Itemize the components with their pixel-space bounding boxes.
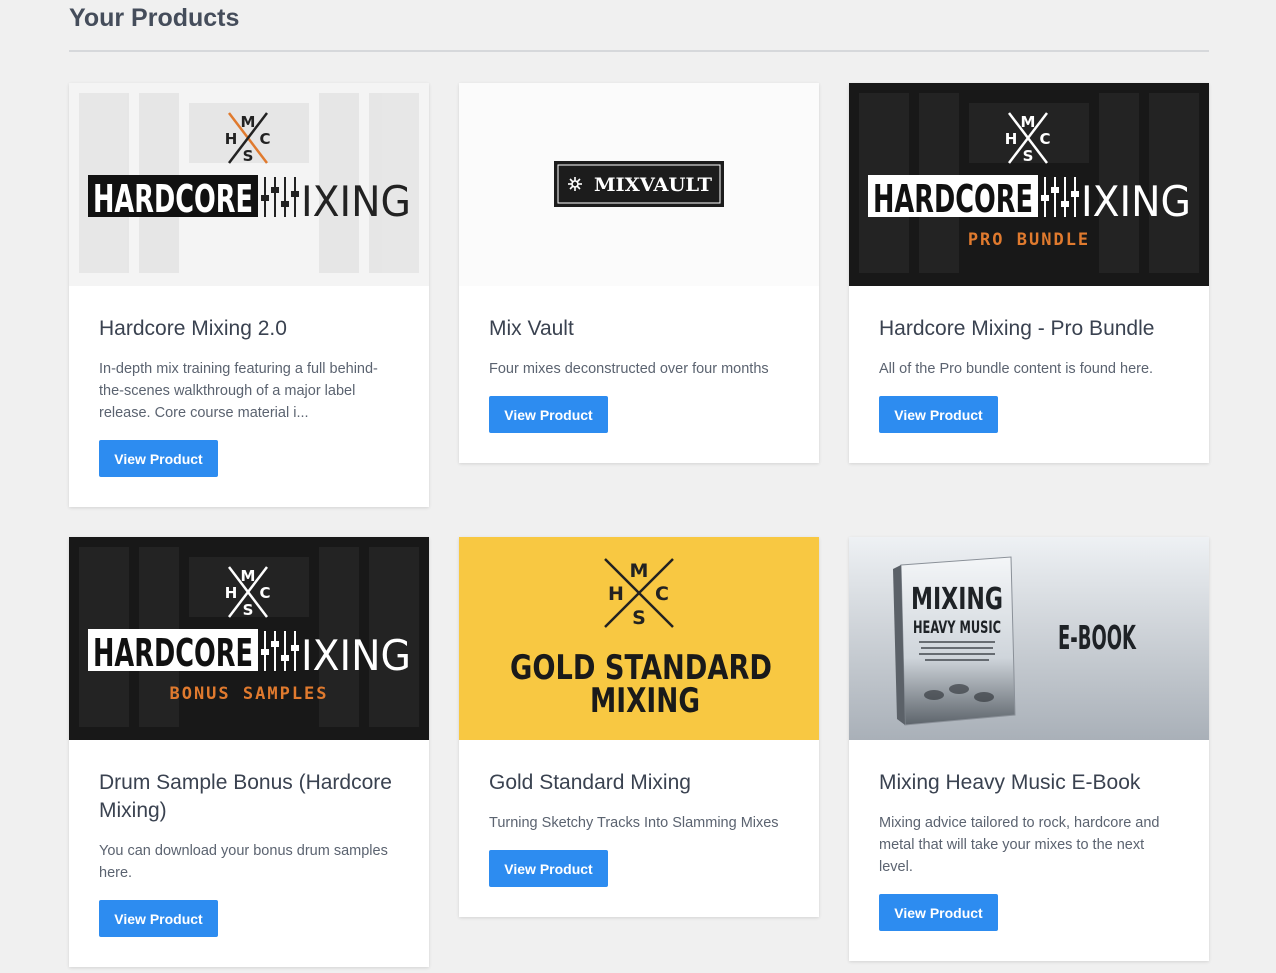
product-description: Four mixes deconstructed over four month… <box>489 361 769 377</box>
svg-text:H: H <box>608 583 624 605</box>
view-product-button[interactable]: View Product <box>489 850 608 887</box>
svg-text:S: S <box>1023 147 1034 165</box>
svg-text:H: H <box>225 130 238 148</box>
product-thumbnail[interactable]: M H C S HARDCORE IXING PRO BUNDLE <box>849 83 1209 286</box>
svg-text:M: M <box>630 560 649 582</box>
svg-text:C: C <box>1039 130 1050 148</box>
title-divider <box>69 50 1209 52</box>
svg-text:M: M <box>1021 113 1036 131</box>
product-thumbnail[interactable]: M H C S HARDCORE IXING BONUS SAMPLES <box>69 537 429 740</box>
view-product-button[interactable]: View Product <box>879 894 998 931</box>
svg-text:E-BOOK: E-BOOK <box>1058 618 1137 657</box>
product-card-drum-sample-bonus: M H C S HARDCORE IXING BONUS SAMPLES Dru… <box>69 537 429 967</box>
product-thumbnail[interactable]: M H C S HARDCORE IXING <box>69 83 429 286</box>
page-title: Your Products <box>69 4 240 32</box>
view-product-button[interactable]: View Product <box>99 440 218 477</box>
product-title: Mixing Heavy Music E-Book <box>879 771 1141 794</box>
svg-text:C: C <box>259 584 270 602</box>
view-product-button[interactable]: View Product <box>489 396 608 433</box>
svg-text:S: S <box>243 601 254 619</box>
svg-text:M: M <box>241 113 256 131</box>
product-title: Gold Standard Mixing <box>489 771 691 794</box>
product-card-pro-bundle: M H C S HARDCORE IXING PRO BUNDLE Hardco… <box>849 83 1209 463</box>
svg-text:MIXING: MIXING <box>590 681 700 721</box>
product-title: Mix Vault <box>489 317 574 340</box>
svg-text:S: S <box>243 147 254 165</box>
product-title: Hardcore Mixing - Pro Bundle <box>879 317 1155 340</box>
hardcore-mixing-pro-bundle-logo-icon: M H C S HARDCORE IXING PRO BUNDLE <box>849 83 1209 286</box>
svg-text:PRO BUNDLE: PRO BUNDLE <box>968 230 1090 250</box>
product-thumbnail[interactable]: M H C S GOLD STANDARD MIXING <box>459 537 819 740</box>
svg-text:M: M <box>241 567 256 585</box>
product-description: Mixing advice tailored to rock, hardcore… <box>879 815 1160 875</box>
product-title: Hardcore Mixing 2.0 <box>99 317 287 340</box>
product-title: Drum Sample Bonus (Hardcore Mixing) <box>99 771 392 822</box>
view-product-button[interactable]: View Product <box>879 396 998 433</box>
product-card-hardcore-mixing: M H C S HARDCORE IXING Hardcore Mixing 2… <box>69 83 429 507</box>
svg-text:IXING: IXING <box>301 631 411 680</box>
product-description: You can download your bonus drum samples… <box>99 843 388 881</box>
svg-text:HARDCORE: HARDCORE <box>93 631 253 675</box>
product-card-mix-vault: MIXVAULT Mix Vault Four mixes deconstruc… <box>459 83 819 463</box>
product-thumbnail[interactable]: MIXVAULT <box>459 83 819 286</box>
svg-text:IXING: IXING <box>301 177 411 226</box>
view-product-button[interactable]: View Product <box>99 900 218 937</box>
product-card-gold-standard: M H C S GOLD STANDARD MIXING Gold Standa… <box>459 537 819 917</box>
svg-text:MIXING: MIXING <box>911 582 1003 617</box>
svg-text:IXING: IXING <box>1081 177 1191 226</box>
product-description: In-depth mix training featuring a full b… <box>99 361 378 421</box>
hardcore-mixing-logo-icon: M H C S HARDCORE IXING <box>69 83 429 286</box>
product-description: Turning Sketchy Tracks Into Slamming Mix… <box>489 815 779 831</box>
ebook-cover-icon: MIXING HEAVY MUSIC E-BOOK <box>849 537 1209 740</box>
gold-standard-mixing-logo-icon: M H C S GOLD STANDARD MIXING <box>459 537 819 740</box>
svg-text:MIXVAULT: MIXVAULT <box>594 174 712 196</box>
svg-text:HARDCORE: HARDCORE <box>93 177 253 221</box>
svg-text:S: S <box>632 607 646 629</box>
svg-text:H: H <box>1005 130 1018 148</box>
svg-text:HEAVY MUSIC: HEAVY MUSIC <box>913 618 1001 638</box>
svg-text:C: C <box>259 130 270 148</box>
hardcore-mixing-bonus-samples-logo-icon: M H C S HARDCORE IXING BONUS SAMPLES <box>69 537 429 740</box>
svg-text:HARDCORE: HARDCORE <box>873 177 1033 221</box>
product-description: All of the Pro bundle content is found h… <box>879 361 1154 377</box>
product-thumbnail[interactable]: MIXING HEAVY MUSIC E-BOOK <box>849 537 1209 740</box>
svg-text:BONUS SAMPLES: BONUS SAMPLES <box>169 684 328 704</box>
product-card-ebook: MIXING HEAVY MUSIC E-BOOK Mixing Heavy M… <box>849 537 1209 961</box>
svg-text:H: H <box>225 584 238 602</box>
mixvault-logo-icon: MIXVAULT <box>459 83 819 286</box>
svg-text:C: C <box>655 583 669 605</box>
